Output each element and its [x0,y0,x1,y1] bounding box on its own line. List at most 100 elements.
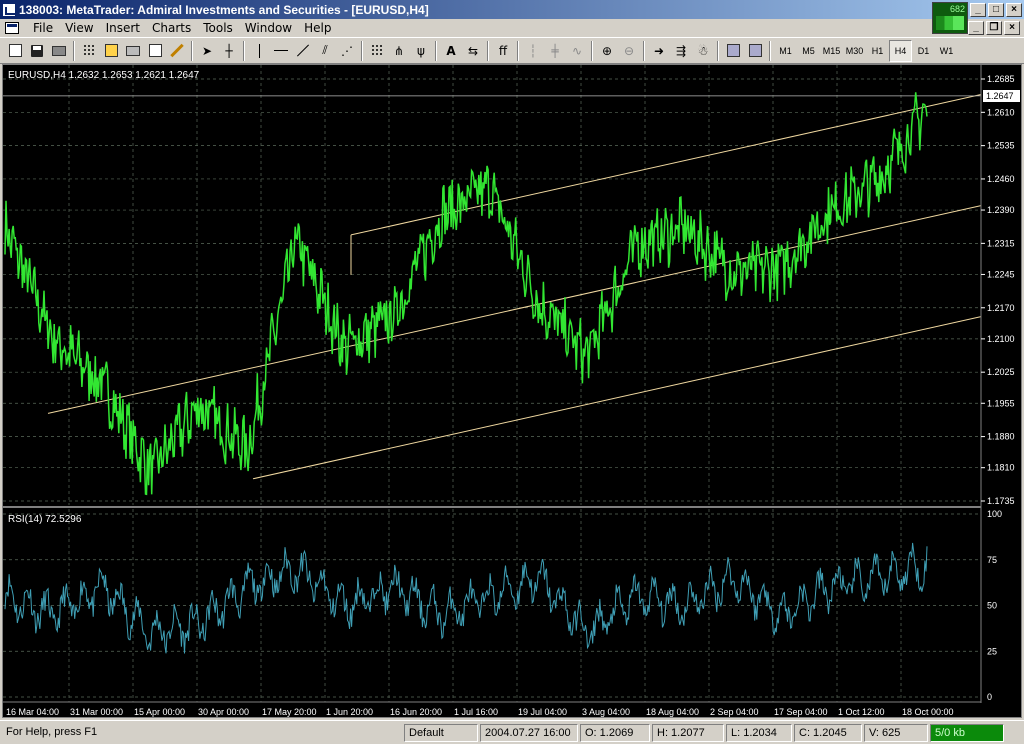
horizontal-line-icon [274,50,288,51]
metatrader-window: 138003: MetaTrader: Admiral Investments … [0,0,1024,744]
toolbar-separator [769,40,771,61]
vertical-line-icon [258,43,260,58]
trendline-button[interactable] [292,40,314,62]
toolbar-separator [591,40,593,61]
status-profile[interactable]: Default [404,724,478,742]
status-open: O: 1.2069 [580,724,650,742]
menu-file[interactable]: File [27,21,59,35]
price-tick-label: 1.2535 [987,141,1015,151]
channel-icon: ⫽ [322,43,328,57]
fibonacci-button[interactable] [366,40,388,62]
zoom-in-button[interactable]: ⊕ [596,40,618,62]
templates-button[interactable] [744,40,766,62]
new-chart-button[interactable] [4,40,26,62]
indicators-button[interactable] [722,40,744,62]
timeframe-m5-button[interactable]: M5 [797,40,820,62]
menu-insert[interactable]: Insert [100,21,146,35]
time-tick-label: 31 Mar 00:00 [70,707,123,717]
cursor-icon: ➤ [201,43,213,58]
toolbar-separator [73,40,75,61]
toolbar-separator [243,40,245,61]
text-icon: A [446,43,456,58]
navigator-icon [104,44,118,57]
rsi-tick-label: 25 [987,646,997,656]
properties-button[interactable] [144,40,166,62]
cursor-tool-button[interactable]: ➤ [196,40,218,62]
save-button[interactable] [26,40,48,62]
menu-help[interactable]: Help [298,21,337,35]
status-help-text: For Help, press F1 [6,726,98,738]
timeframe-m15-button[interactable]: M15 [820,40,843,62]
status-datetime: 2004.07.27 16:00 [480,724,578,742]
rsi-axis-ticks: 100 75 50 25 0 [987,509,1002,702]
market-watch-button[interactable] [78,40,100,62]
minimize-button[interactable]: _ [970,2,986,17]
mdi-minimize-button[interactable]: _ [968,21,984,35]
menu-window[interactable]: Window [239,21,298,35]
mdi-close-button[interactable]: × [1004,21,1020,35]
menu-view[interactable]: View [59,21,99,35]
market-watch-icon [82,44,96,57]
timeframe-m1-button[interactable]: M1 [774,40,797,62]
expert-advisors-button[interactable]: ☃ [692,40,714,62]
experts-button[interactable] [166,40,188,62]
channel-button[interactable]: ⫽ [314,40,336,62]
chart-canvas[interactable]: EURUSD,H4 1.2632 1.2653 1.2621 1.2647 RS… [3,65,1021,717]
timeframe-d1-button[interactable]: D1 [912,40,935,62]
rsi-tick-label: 50 [987,601,997,611]
cycle-lines-button[interactable]: ψ [410,40,432,62]
price-tick-label: 1.2685 [987,74,1015,84]
price-tick-label: 1.2245 [987,269,1015,279]
price-tick-label: 1.2390 [987,205,1015,215]
status-low: L: 1.2034 [726,724,792,742]
candle-chart-button[interactable]: ╪ [544,40,566,62]
line-chart-button[interactable]: ∿ [566,40,588,62]
templates-icon [748,44,762,57]
chart-window[interactable]: EURUSD,H4 1.2632 1.2653 1.2621 1.2647 RS… [2,64,1022,718]
timeframe-m30-button[interactable]: M30 [843,40,866,62]
timeframe-w1-button[interactable]: W1 [935,40,958,62]
auto-scroll-button[interactable]: ⇶ [670,40,692,62]
print-button[interactable] [48,40,70,62]
menu-tools[interactable]: Tools [197,21,239,35]
indicators-icon [726,44,740,57]
title-bar: 138003: MetaTrader: Admiral Investments … [0,0,1024,19]
document-icon[interactable] [5,22,19,34]
period-separator-button[interactable]: ff [492,40,514,62]
status-volume: V: 625 [864,724,928,742]
navigator-button[interactable] [100,40,122,62]
pitchfork-button[interactable]: ⋔ [388,40,410,62]
timeframe-h4-button[interactable]: H4 [889,39,912,62]
arrows-button[interactable]: ⇆ [462,40,484,62]
toolbar-separator [643,40,645,61]
window-title: 138003: MetaTrader: Admiral Investments … [19,2,429,17]
line-chart-icon: ∿ [571,43,583,58]
price-tick-label: 1.2315 [987,238,1015,248]
crosshair-tool-button[interactable]: ┼ [218,40,240,62]
vertical-line-button[interactable] [248,40,270,62]
price-tick-label: 1.2100 [987,334,1015,344]
maximize-button[interactable]: □ [988,2,1004,17]
gann-fan-button[interactable]: ⋰ [336,40,358,62]
chart-shift-button[interactable]: ➜ [648,40,670,62]
arrows-icon: ⇆ [467,43,479,58]
menu-charts[interactable]: Charts [146,21,197,35]
mdi-restore-button[interactable]: ❐ [986,21,1002,35]
fibonacci-icon [370,44,384,57]
timeframe-h1-button[interactable]: H1 [866,40,889,62]
current-price-label: 1.2647 [986,91,1014,101]
fan-icon: ⋰ [341,43,353,58]
toolbar-separator [191,40,193,61]
zoom-out-button[interactable]: ⊖ [618,40,640,62]
text-tool-button[interactable]: A [440,40,462,62]
candle-icon: ╪ [551,43,559,58]
close-button[interactable]: × [1006,2,1022,17]
status-close: C: 1.2045 [794,724,862,742]
horizontal-line-button[interactable] [270,40,292,62]
time-tick-label: 16 Jun 20:00 [390,707,442,717]
app-logo-icon [2,2,16,17]
status-traffic: 5/0 kb [930,724,1004,742]
bar-chart-button[interactable]: ┆ [522,40,544,62]
price-tick-label: 1.2025 [987,367,1015,377]
terminal-button[interactable] [122,40,144,62]
